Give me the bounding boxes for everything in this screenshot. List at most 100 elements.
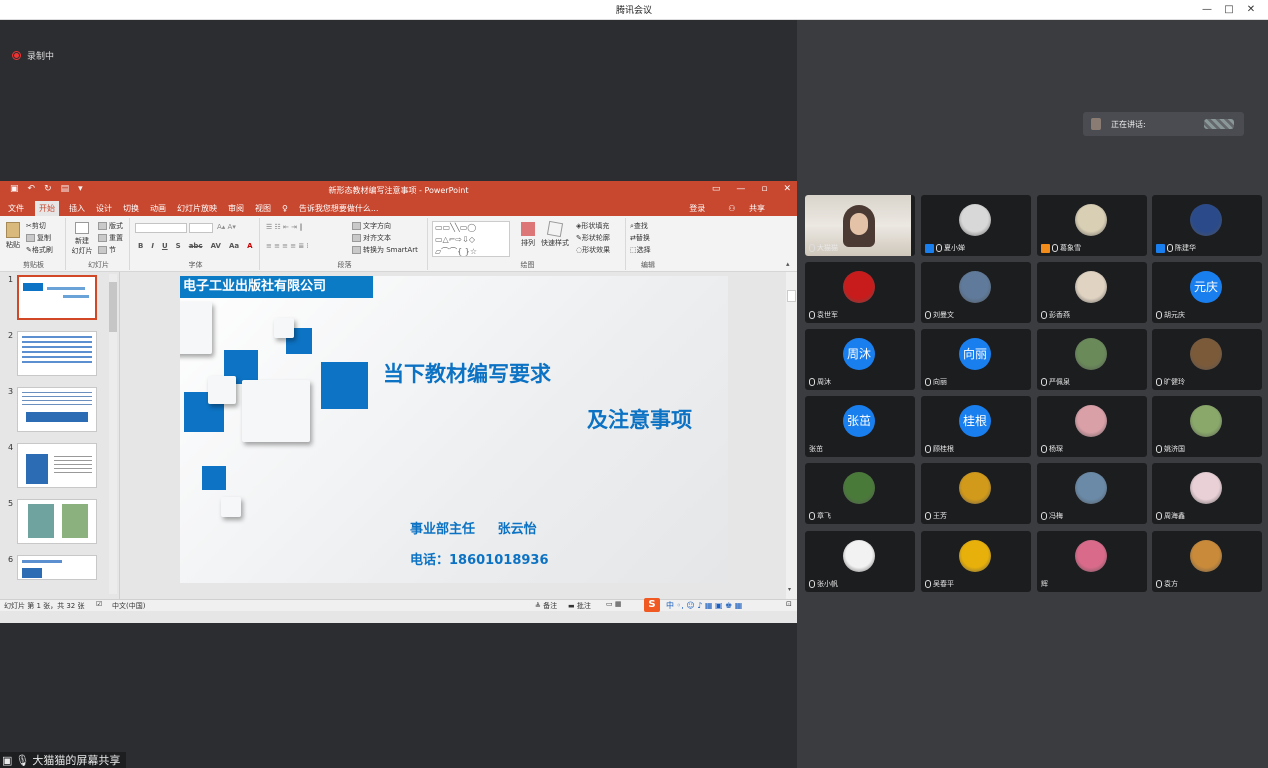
shadow-button[interactable]: S: [176, 242, 181, 250]
smartart-button[interactable]: 转换为 SmartArt: [352, 245, 418, 255]
strike-button[interactable]: abc: [189, 242, 203, 250]
tab-slideshow[interactable]: 幻灯片放映: [177, 203, 217, 214]
new-slide-button[interactable]: 新建 幻灯片: [71, 222, 93, 256]
spellcheck-icon[interactable]: ☑: [96, 600, 102, 608]
cut-button[interactable]: ✂剪切: [26, 221, 46, 231]
participant-tile[interactable]: 桂根 顾桂根: [921, 396, 1031, 457]
quick-styles-button[interactable]: 快速样式: [540, 220, 570, 248]
participant-tile[interactable]: 王芳: [921, 463, 1031, 524]
participant-tile[interactable]: 吴春平: [921, 531, 1031, 592]
slide-thumbnail-5[interactable]: [17, 499, 97, 544]
ribbon-display-icon[interactable]: ▭: [712, 184, 721, 194]
share-button[interactable]: ⚇ 共享: [728, 203, 776, 214]
notes-button[interactable]: ≜ 备注: [535, 601, 557, 611]
ppt-restore-button[interactable]: ▫: [761, 184, 767, 194]
slide-scrollbar[interactable]: ▾: [786, 272, 797, 611]
participant-tile[interactable]: 元庆 胡元庆: [1152, 262, 1262, 323]
slide-canvas[interactable]: 电子工业出版社有限公司 当下教材编写要求 及注意事项 事业部主任 张云怡 电话：…: [180, 276, 728, 583]
recording-indicator[interactable]: 录制中: [12, 49, 54, 62]
case-button[interactable]: Aa: [229, 242, 239, 250]
bold-button[interactable]: B: [138, 242, 143, 250]
shape-fill-button[interactable]: ◈形状填充: [576, 221, 609, 231]
tab-file[interactable]: 文件: [8, 203, 24, 214]
ime-toolbar-icons[interactable]: 中 ◦, ☺ ♪ ▦ ▣ ♚ ▦: [666, 600, 742, 611]
close-button[interactable]: ✕: [1240, 2, 1262, 18]
participant-tile[interactable]: 大猫猫: [805, 195, 915, 256]
participant-tile[interactable]: 张茁 张茁: [805, 396, 915, 457]
font-color-button[interactable]: A: [247, 242, 252, 250]
tab-view[interactable]: 视图: [255, 203, 271, 214]
participant-tile[interactable]: 彭香燕: [1037, 262, 1147, 323]
paste-button[interactable]: 粘贴: [4, 222, 22, 250]
normal-view-icon[interactable]: ▭ ▦: [606, 600, 621, 608]
participant-tile[interactable]: 冯梅: [1037, 463, 1147, 524]
participant-name-row: 向丽: [925, 377, 947, 387]
slide-thumbnail-6[interactable]: [17, 555, 97, 580]
tab-design[interactable]: 设计: [96, 203, 112, 214]
participant-tile[interactable]: 严佩泉: [1037, 329, 1147, 390]
participant-tile[interactable]: 周海鑫: [1152, 463, 1262, 524]
login-link[interactable]: 登录: [689, 203, 705, 214]
participant-tile[interactable]: 陈建华: [1152, 195, 1262, 256]
spacing-button[interactable]: AV: [211, 242, 221, 250]
minimize-button[interactable]: —: [1196, 2, 1218, 18]
language-status[interactable]: 中文(中国): [112, 601, 145, 611]
format-painter-button[interactable]: ✎格式刷: [26, 245, 53, 255]
participant-tile[interactable]: 夏小婵: [921, 195, 1031, 256]
select-button[interactable]: ⬚选择: [630, 245, 651, 255]
align-text-button[interactable]: 对齐文本: [352, 233, 391, 243]
bullets-icon[interactable]: ☰ ☷ ⇤ ⇥ ‖: [266, 223, 303, 231]
slide-thumbnail-1[interactable]: [17, 275, 97, 320]
sogou-ime-icon[interactable]: S: [644, 598, 660, 612]
tab-review[interactable]: 审阅: [228, 203, 244, 214]
tab-animations[interactable]: 动画: [150, 203, 166, 214]
participant-tile[interactable]: 葛象雪: [1037, 195, 1147, 256]
grow-font-icon[interactable]: A▴ A▾: [217, 223, 236, 231]
tab-home[interactable]: 开始: [35, 201, 59, 216]
section-button[interactable]: 节: [98, 245, 116, 255]
ppt-minimize-button[interactable]: —: [736, 184, 745, 194]
find-button[interactable]: ⌕查找: [630, 221, 648, 231]
shape-outline-button[interactable]: ✎形状轮廓: [576, 233, 610, 243]
scroll-down-icon[interactable]: ▾: [788, 586, 791, 593]
align-icons[interactable]: ≡ ≡ ≡ ≡ ≣ ⁞: [266, 242, 309, 250]
thumbnail-scrollbar[interactable]: [109, 274, 117, 594]
tab-insert[interactable]: 插入: [69, 203, 85, 214]
thumbnail-scroll-thumb[interactable]: [109, 282, 117, 332]
copy-button[interactable]: 复制: [26, 233, 51, 243]
participant-tile[interactable]: 旷健玲: [1152, 329, 1262, 390]
arrange-button[interactable]: 排列: [518, 222, 538, 248]
participant-tile[interactable]: 章飞: [805, 463, 915, 524]
reset-button[interactable]: 重置: [98, 233, 123, 243]
participant-tile[interactable]: 姚济国: [1152, 396, 1262, 457]
collapse-ribbon-icon[interactable]: ▴: [786, 260, 790, 268]
slide-thumbnail-4[interactable]: [17, 443, 97, 488]
participant-tile[interactable]: 张小帆: [805, 531, 915, 592]
slide-thumbnail-3[interactable]: [17, 387, 97, 432]
participant-tile[interactable]: 袁方: [1152, 531, 1262, 592]
underline-button[interactable]: U: [162, 242, 168, 250]
slide-thumbnail-2[interactable]: [17, 331, 97, 376]
fit-slide-icon[interactable]: ⊡: [786, 600, 792, 608]
replace-button[interactable]: ⇄替换: [630, 233, 650, 243]
ppt-close-button[interactable]: ✕: [783, 184, 791, 194]
shape-effect-button[interactable]: ◌形状效果: [576, 245, 610, 255]
font-size-select[interactable]: [189, 223, 213, 233]
text-direction-button[interactable]: 文字方向: [352, 221, 391, 231]
layout-button[interactable]: 版式: [98, 221, 123, 231]
font-name-select[interactable]: [135, 223, 187, 233]
tab-transitions[interactable]: 切换: [123, 203, 139, 214]
maximize-button[interactable]: □: [1218, 2, 1240, 18]
participant-tile[interactable]: 周沐 周沐: [805, 329, 915, 390]
slide-scroll-thumb[interactable]: [787, 290, 796, 302]
participant-tile[interactable]: 袁世军: [805, 262, 915, 323]
shapes-gallery[interactable]: ▭▭╲╲▭◯ ▭△⌐⇨⇩◇ ▱⌒⌒{ }☆: [432, 221, 510, 257]
comments-button[interactable]: ▬ 批注: [568, 601, 591, 611]
tell-me-box[interactable]: 告诉我您想要做什么...: [299, 203, 379, 214]
italic-button[interactable]: I: [151, 242, 154, 250]
avatar: [959, 271, 991, 303]
participant-tile[interactable]: 向丽 向丽: [921, 329, 1031, 390]
participant-tile[interactable]: 刘曼文: [921, 262, 1031, 323]
participant-tile[interactable]: 杨琛: [1037, 396, 1147, 457]
participant-tile[interactable]: 辉: [1037, 531, 1147, 592]
